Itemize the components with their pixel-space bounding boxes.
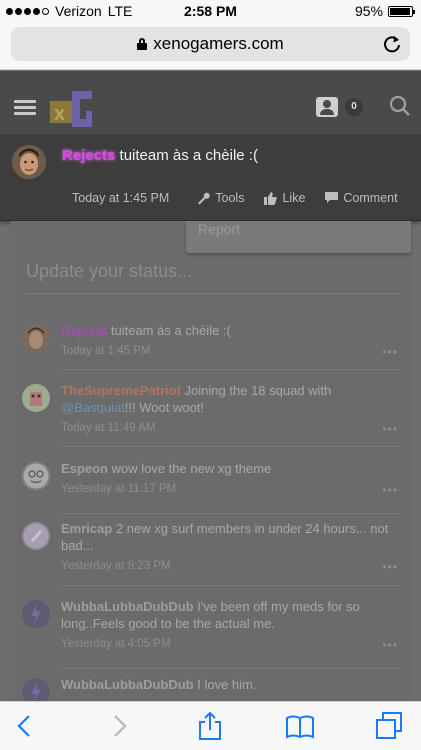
- hamburger-menu-icon[interactable]: [14, 100, 36, 116]
- avatar[interactable]: [22, 384, 50, 412]
- lock-icon: [137, 38, 148, 50]
- avatar[interactable]: [22, 324, 50, 352]
- post-timestamp[interactable]: Today at 1:45 PM: [61, 345, 151, 357]
- status-timestamp[interactable]: Today at 1:45 PM: [72, 191, 169, 205]
- post-timestamp[interactable]: Yesterday at 11:17 PM: [61, 483, 176, 495]
- post-message-start: Joining the 18 squad with: [184, 383, 332, 398]
- battery-percent: 95%: [354, 3, 383, 19]
- author-link[interactable]: Rejects: [61, 323, 107, 338]
- post-timestamp[interactable]: Yesterday at 4:05 PM: [61, 638, 171, 650]
- tools-dropdown: Report: [186, 221, 411, 253]
- svg-text:x: x: [54, 103, 65, 125]
- divider: [26, 293, 400, 294]
- avatar[interactable]: [12, 145, 46, 179]
- divider: [61, 446, 400, 447]
- avatar[interactable]: [22, 600, 50, 628]
- browser-toolbar: [0, 701, 421, 750]
- post-message: I love him.: [197, 677, 257, 692]
- post-timestamp[interactable]: Today at 11:49 AM: [61, 422, 155, 434]
- xg-logo[interactable]: x: [50, 89, 96, 129]
- author-link[interactable]: WubbaLubbaDubDub: [61, 677, 194, 692]
- status-author-link[interactable]: Rejects: [62, 147, 115, 164]
- post-timestamp[interactable]: Yesterday at 8:23 PM: [61, 560, 171, 572]
- more-options-icon[interactable]: •••: [382, 345, 398, 359]
- reload-icon[interactable]: [382, 34, 402, 54]
- ios-status-bar: Verizon LTE 2:58 PM 95%: [0, 0, 421, 22]
- forward-arrow-icon[interactable]: [104, 711, 134, 741]
- bookmarks-icon[interactable]: [285, 711, 315, 741]
- post-message: tuiteam às a chèile :(: [110, 323, 231, 338]
- report-menu-item[interactable]: Report: [198, 221, 240, 237]
- author-link[interactable]: WubbaLubbaDubDub: [61, 599, 194, 614]
- url-text[interactable]: xenogamers.com: [153, 34, 283, 53]
- battery-icon: [388, 5, 415, 17]
- author-link[interactable]: Emricap: [61, 521, 112, 536]
- like-label: Like: [282, 191, 306, 205]
- mention-link[interactable]: @Basquiat: [61, 400, 125, 415]
- tabs-icon[interactable]: [374, 711, 404, 741]
- more-options-icon[interactable]: •••: [382, 483, 398, 497]
- status-message: tuiteam às a chèile :(: [119, 147, 258, 164]
- more-options-icon[interactable]: •••: [382, 560, 398, 574]
- like-button[interactable]: Like: [264, 191, 305, 205]
- account-icon[interactable]: [316, 97, 338, 117]
- author-link[interactable]: TheSupremePatriot: [61, 383, 181, 398]
- post-message: wow love the new xg theme: [111, 461, 272, 476]
- highlighted-status-row: Rejects tuiteam às a chèile :( Today at …: [0, 135, 421, 221]
- browser-address-area: xenogamers.com: [0, 22, 421, 70]
- share-icon[interactable]: [195, 711, 225, 741]
- divider: [61, 513, 400, 514]
- post-message-end: !!! Woot woot!: [124, 400, 205, 415]
- tools-label: Tools: [215, 191, 245, 205]
- avatar[interactable]: [22, 462, 50, 490]
- comment-icon: [325, 192, 339, 203]
- comment-label: Comment: [343, 191, 398, 205]
- tools-button[interactable]: Tools: [197, 191, 244, 205]
- address-bar[interactable]: xenogamers.com: [11, 27, 410, 61]
- divider: [61, 585, 400, 586]
- avatar[interactable]: [22, 522, 50, 550]
- wrench-icon: [198, 192, 211, 204]
- divider: [61, 668, 400, 669]
- divider: [61, 369, 400, 370]
- site-header: x 0: [0, 71, 421, 135]
- update-status-input[interactable]: Update your status...: [26, 261, 400, 282]
- search-icon[interactable]: [389, 95, 411, 117]
- comment-button[interactable]: Comment: [325, 191, 398, 205]
- author-link[interactable]: Espeon: [61, 461, 108, 476]
- thumbs-up-icon: [264, 191, 278, 205]
- more-options-icon[interactable]: •••: [382, 638, 398, 652]
- more-options-icon[interactable]: •••: [382, 422, 398, 436]
- notification-count-badge[interactable]: 0: [345, 98, 363, 116]
- back-arrow-icon[interactable]: [10, 711, 40, 741]
